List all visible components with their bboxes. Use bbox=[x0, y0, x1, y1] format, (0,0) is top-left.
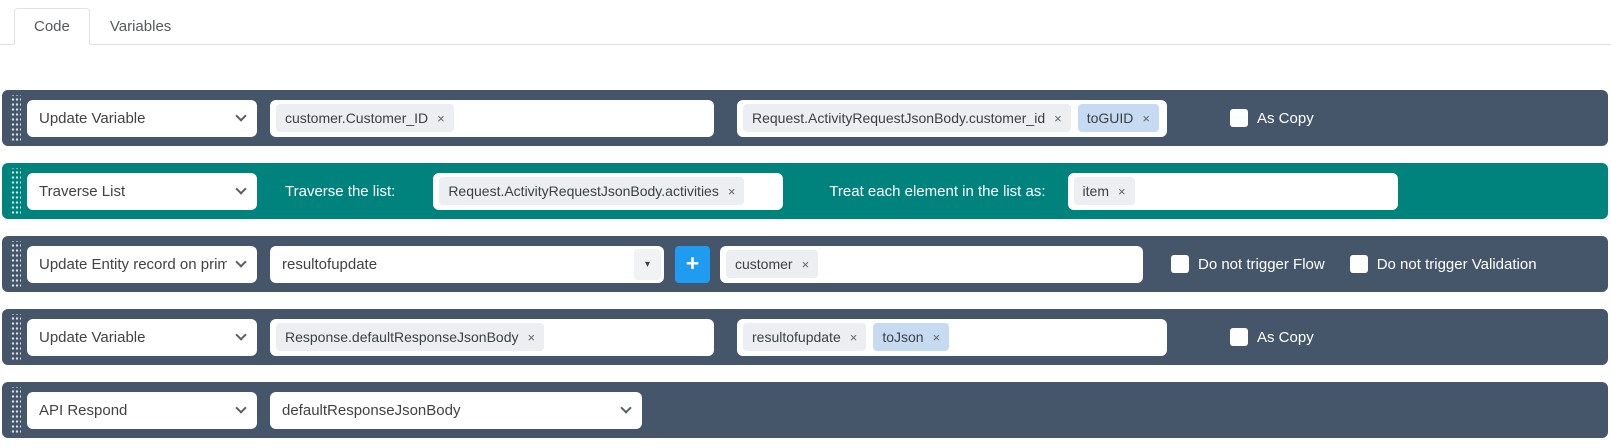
action-select[interactable]: Update Entity record on prima bbox=[27, 246, 257, 283]
variable-tag: item × bbox=[1074, 177, 1135, 205]
chevron-down-icon bbox=[235, 329, 246, 340]
action-select-value: Update Entity record on prima bbox=[39, 256, 227, 273]
action-select[interactable]: Traverse List bbox=[27, 173, 257, 210]
action-select[interactable]: Update Variable bbox=[27, 100, 257, 137]
step-row-update-variable-2: Update Variable Response.defaultResponse… bbox=[2, 309, 1608, 365]
target-variable-input[interactable]: Response.defaultResponseJsonBody × bbox=[270, 319, 714, 356]
remove-tag-icon[interactable]: × bbox=[1142, 112, 1150, 125]
checkbox-label: As Copy bbox=[1257, 329, 1314, 346]
action-select-value: Update Variable bbox=[39, 110, 227, 127]
remove-tag-icon[interactable]: × bbox=[802, 258, 810, 271]
checkbox-box[interactable] bbox=[1230, 109, 1248, 127]
variable-tag: customer × bbox=[726, 250, 818, 278]
tag-label: Request.ActivityRequestJsonBody.customer… bbox=[752, 110, 1045, 126]
remove-tag-icon[interactable]: × bbox=[850, 331, 858, 344]
response-body-select[interactable]: defaultResponseJsonBody bbox=[270, 392, 642, 429]
step-row-api-respond: API Respond defaultResponseJsonBody bbox=[2, 382, 1608, 438]
combobox-dropdown-button[interactable]: ▾ bbox=[634, 249, 661, 280]
checkbox-label: Do not trigger Validation bbox=[1377, 256, 1537, 273]
tag-label: Response.defaultResponseJsonBody bbox=[285, 329, 519, 345]
plus-icon: + bbox=[686, 252, 699, 275]
tag-label: Request.ActivityRequestJsonBody.activiti… bbox=[448, 183, 719, 199]
result-variable-combobox[interactable]: resultofupdate ▾ bbox=[270, 246, 664, 283]
checkbox-box[interactable] bbox=[1350, 255, 1368, 273]
chevron-down-icon bbox=[620, 402, 631, 413]
drag-handle-icon[interactable] bbox=[10, 95, 21, 141]
variable-tag: resultofupdate × bbox=[743, 323, 866, 351]
remove-tag-icon[interactable]: × bbox=[528, 331, 536, 344]
chevron-down-icon bbox=[235, 110, 246, 121]
do-not-trigger-flow-checkbox[interactable]: Do not trigger Flow bbox=[1171, 255, 1325, 273]
workflow-steps: Update Variable customer.Customer_ID × R… bbox=[0, 45, 1611, 438]
tag-label: item bbox=[1083, 183, 1109, 199]
element-alias-label: Treat each element in the list as: bbox=[829, 183, 1045, 200]
action-select-value: API Respond bbox=[39, 402, 227, 419]
variable-tag: Request.ActivityRequestJsonBody.activiti… bbox=[439, 177, 744, 205]
tag-label: customer.Customer_ID bbox=[285, 110, 428, 126]
traverse-list-label: Traverse the list: bbox=[285, 183, 395, 200]
tab-bar: Code Variables bbox=[0, 0, 1611, 45]
action-select-value: Traverse List bbox=[39, 183, 227, 200]
step-row-update-variable-1: Update Variable customer.Customer_ID × R… bbox=[2, 90, 1608, 146]
remove-tag-icon[interactable]: × bbox=[1118, 185, 1126, 198]
variable-tag: Response.defaultResponseJsonBody × bbox=[276, 323, 544, 351]
drag-handle-icon[interactable] bbox=[10, 314, 21, 360]
checkbox-box[interactable] bbox=[1230, 328, 1248, 346]
list-source-input[interactable]: Request.ActivityRequestJsonBody.activiti… bbox=[433, 173, 783, 210]
entity-input[interactable]: customer × bbox=[720, 246, 1143, 283]
chevron-down-icon bbox=[235, 402, 246, 413]
function-tag: toGUID × bbox=[1078, 104, 1159, 132]
tab-code[interactable]: Code bbox=[14, 8, 90, 45]
tag-label: toGUID bbox=[1087, 110, 1134, 126]
workflow-code-editor: Code Variables Update Variable customer.… bbox=[0, 0, 1611, 447]
do-not-trigger-validation-checkbox[interactable]: Do not trigger Validation bbox=[1350, 255, 1537, 273]
add-variable-button[interactable]: + bbox=[675, 246, 710, 283]
drag-handle-icon[interactable] bbox=[10, 387, 21, 433]
tag-label: resultofupdate bbox=[752, 329, 841, 345]
checkbox-box[interactable] bbox=[1171, 255, 1189, 273]
remove-tag-icon[interactable]: × bbox=[1054, 112, 1062, 125]
source-value-input[interactable]: Request.ActivityRequestJsonBody.customer… bbox=[737, 100, 1167, 137]
response-body-select-value: defaultResponseJsonBody bbox=[282, 402, 612, 419]
as-copy-checkbox[interactable]: As Copy bbox=[1230, 109, 1314, 127]
remove-tag-icon[interactable]: × bbox=[437, 112, 445, 125]
tab-variables[interactable]: Variables bbox=[90, 8, 191, 45]
action-select[interactable]: API Respond bbox=[27, 392, 257, 429]
drag-handle-icon[interactable] bbox=[10, 168, 21, 214]
dropdown-arrow-icon: ▾ bbox=[645, 259, 650, 270]
combobox-value: resultofupdate bbox=[282, 256, 377, 273]
variable-tag: customer.Customer_ID × bbox=[276, 104, 454, 132]
checkbox-label: As Copy bbox=[1257, 110, 1314, 127]
chevron-down-icon bbox=[235, 256, 246, 267]
action-select[interactable]: Update Variable bbox=[27, 319, 257, 356]
as-copy-checkbox[interactable]: As Copy bbox=[1230, 328, 1314, 346]
tag-label: customer bbox=[735, 256, 793, 272]
drag-handle-icon[interactable] bbox=[10, 241, 21, 287]
step-row-update-entity: Update Entity record on prima resultofup… bbox=[2, 236, 1608, 292]
source-value-input[interactable]: resultofupdate × toJson × bbox=[737, 319, 1167, 356]
remove-tag-icon[interactable]: × bbox=[728, 185, 736, 198]
target-variable-input[interactable]: customer.Customer_ID × bbox=[270, 100, 714, 137]
step-row-traverse-list: Traverse List Traverse the list: Request… bbox=[2, 163, 1608, 219]
action-select-value: Update Variable bbox=[39, 329, 227, 346]
remove-tag-icon[interactable]: × bbox=[933, 331, 941, 344]
checkbox-label: Do not trigger Flow bbox=[1198, 256, 1325, 273]
chevron-down-icon bbox=[235, 183, 246, 194]
element-alias-input[interactable]: item × bbox=[1068, 173, 1398, 210]
function-tag: toJson × bbox=[873, 323, 949, 351]
variable-tag: Request.ActivityRequestJsonBody.customer… bbox=[743, 104, 1071, 132]
tag-label: toJson bbox=[882, 329, 923, 345]
